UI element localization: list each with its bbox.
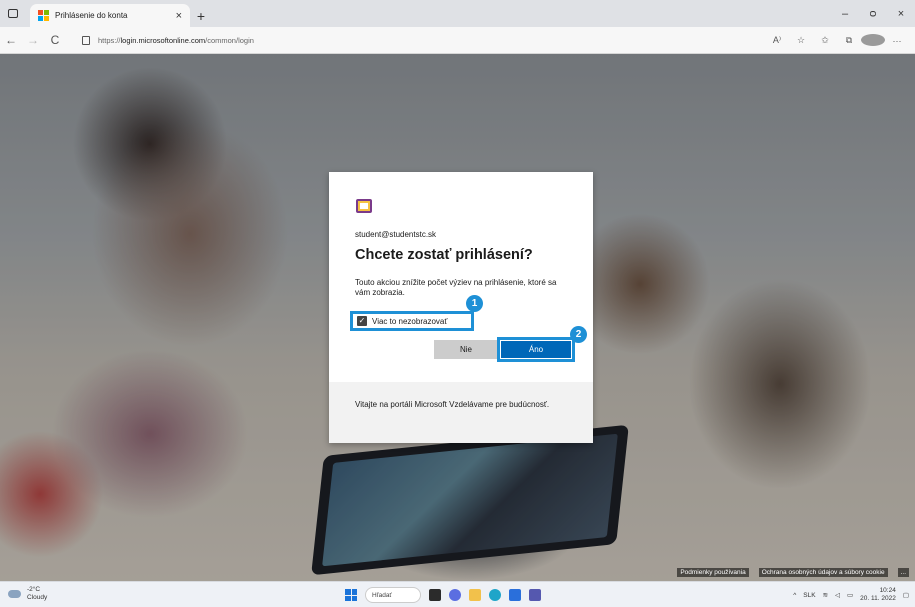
system-tray: ^ SLK ≋ ◁ ▭ 10:24 20. 11. 2022 ▢ bbox=[793, 585, 909, 605]
task-view-icon[interactable] bbox=[429, 589, 441, 601]
step-marker-2: 2 bbox=[570, 326, 587, 343]
weather-desc: Cloudy bbox=[27, 594, 48, 601]
file-explorer-icon[interactable] bbox=[469, 589, 481, 601]
page-footer-links: Podmienky používania Ochrana osobných úd… bbox=[677, 568, 909, 577]
refresh-button[interactable]: C bbox=[44, 33, 66, 47]
clock-date: 20. 11. 2022 bbox=[860, 595, 896, 602]
sign-in-dialog: student@studentstc.sk Chcete zostať prih… bbox=[329, 172, 593, 443]
account-email: student@studentstc.sk bbox=[355, 230, 437, 239]
page-background: student@studentstc.sk Chcete zostať prih… bbox=[0, 54, 915, 581]
tab-title: Prihlásenie do konta bbox=[55, 11, 128, 20]
volume-icon[interactable]: ◁ bbox=[835, 591, 840, 599]
forward-button[interactable]: → bbox=[22, 33, 44, 47]
url-text: https://login.microsoftonline.com/common… bbox=[98, 36, 254, 45]
tab-actions-button[interactable] bbox=[0, 0, 26, 27]
language-indicator[interactable]: SLK bbox=[803, 592, 815, 599]
no-button[interactable]: Nie bbox=[434, 340, 498, 359]
terms-link[interactable]: Podmienky používania bbox=[677, 568, 749, 577]
more-menu-button[interactable]: ··· bbox=[885, 36, 909, 46]
minimize-button[interactable]: – bbox=[831, 8, 859, 20]
url-path: /common/login bbox=[205, 35, 254, 45]
chat-icon[interactable] bbox=[449, 589, 461, 601]
favorites-button[interactable]: ✩ bbox=[813, 35, 837, 46]
taskbar: -2°C Cloudy Hľadať ^ SLK ≋ ◁ ▭ 10:24 20.… bbox=[0, 581, 915, 607]
new-tab-button[interactable]: + bbox=[190, 4, 212, 27]
address-bar: ← → C https://login.microsoftonline.com/… bbox=[0, 27, 915, 54]
avatar bbox=[861, 33, 885, 46]
step-marker-1: 1 bbox=[466, 295, 483, 312]
tab-strip: Prihlásenie do konta × + – ᴑ × bbox=[0, 0, 915, 27]
yes-button-highlight: Áno bbox=[497, 337, 575, 362]
dialog-description: Touto akciou znížite počet výziev na pri… bbox=[355, 278, 557, 297]
checkbox-label: Viac to nezobrazovať bbox=[372, 316, 448, 326]
screen: Prihlásenie do konta × + – ᴑ × ← → C htt… bbox=[0, 0, 915, 607]
close-tab-icon[interactable]: × bbox=[176, 10, 182, 22]
dialog-footer-text: Vitajte na portáli Microsoft Vzdelávame … bbox=[329, 382, 593, 443]
add-favorite-button[interactable]: ☆ bbox=[789, 35, 813, 46]
lock-icon bbox=[82, 35, 90, 45]
wifi-icon[interactable]: ≋ bbox=[823, 591, 828, 599]
url-prefix: https:// bbox=[98, 35, 121, 45]
dialog-heading: Chcete zostať prihlásení? bbox=[355, 247, 533, 263]
clock-time: 10:24 bbox=[879, 587, 896, 594]
restore-button[interactable]: ᴑ bbox=[859, 8, 887, 20]
taskbar-apps: Hľadať bbox=[345, 585, 541, 605]
address-bar-icons: A⁾ ☆ ✩ ⧉ ··· bbox=[765, 27, 909, 54]
weather-temp: -2°C bbox=[27, 586, 41, 593]
weather-widget[interactable]: -2°C Cloudy bbox=[8, 586, 47, 602]
clock[interactable]: 10:24 20. 11. 2022 bbox=[860, 587, 896, 603]
close-window-button[interactable]: × bbox=[887, 8, 915, 20]
back-button[interactable]: ← bbox=[0, 33, 22, 47]
privacy-link[interactable]: Ochrana osobných údajov a súbory cookie bbox=[758, 568, 888, 577]
chevron-up-icon[interactable]: ^ bbox=[793, 592, 796, 599]
teams-icon[interactable] bbox=[529, 589, 541, 601]
window-controls: – ᴑ × bbox=[831, 0, 915, 27]
cloud-icon bbox=[8, 590, 21, 598]
search-label: Hľadať bbox=[372, 591, 392, 599]
notification-icon[interactable]: ▢ bbox=[903, 591, 909, 599]
taskbar-search[interactable]: Hľadať bbox=[365, 587, 421, 603]
read-aloud-button[interactable]: A⁾ bbox=[765, 35, 789, 46]
store-icon[interactable] bbox=[509, 589, 521, 601]
footer-more-button[interactable]: ... bbox=[897, 568, 909, 577]
browser-tab[interactable]: Prihlásenie do konta × bbox=[30, 4, 190, 27]
microsoft-favicon-icon bbox=[38, 10, 49, 21]
url-field[interactable]: https://login.microsoftonline.com/common… bbox=[74, 31, 694, 50]
dont-show-again-checkbox-row[interactable]: ✓ Viac to nezobrazovať bbox=[350, 311, 474, 331]
start-button[interactable] bbox=[345, 589, 357, 601]
yes-button[interactable]: Áno bbox=[501, 341, 571, 358]
url-host: login.microsoftonline.com bbox=[120, 35, 206, 45]
tab-actions-icon bbox=[8, 9, 18, 18]
collections-button[interactable]: ⧉ bbox=[837, 35, 861, 46]
edge-icon[interactable] bbox=[489, 589, 501, 601]
checkbox-checked-icon[interactable]: ✓ bbox=[357, 316, 367, 326]
profile-button[interactable] bbox=[861, 33, 885, 48]
battery-icon[interactable]: ▭ bbox=[847, 591, 853, 599]
organization-logo-icon bbox=[356, 199, 372, 213]
